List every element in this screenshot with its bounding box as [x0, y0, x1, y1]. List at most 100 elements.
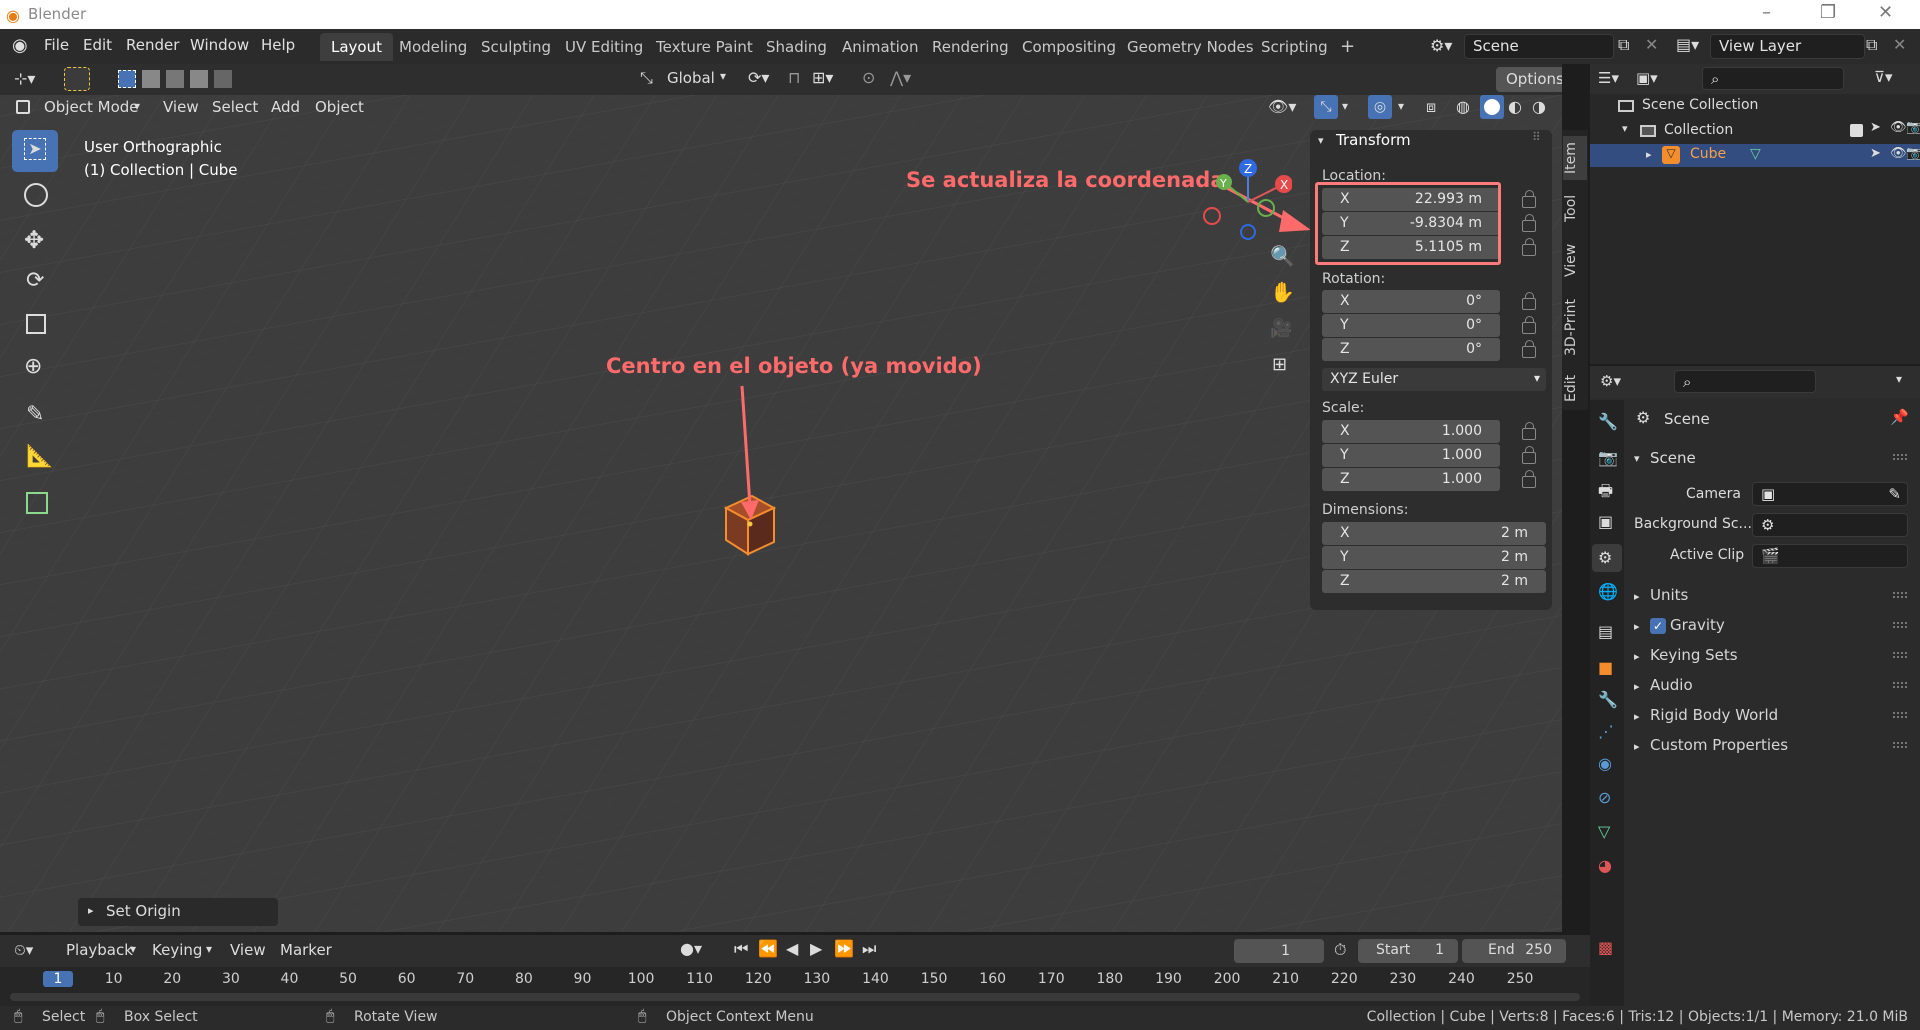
tab-rendering[interactable]: Rendering: [921, 33, 1020, 61]
chevron-right-icon[interactable]: ▸: [1634, 620, 1640, 633]
outliner-cube[interactable]: Cube: [1690, 146, 1726, 162]
snap-icon[interactable]: ⊓: [788, 68, 800, 87]
eye-icon[interactable]: 👁: [1890, 146, 1907, 161]
tool-annotate[interactable]: ✎: [12, 396, 58, 438]
timeline-tick[interactable]: 80: [509, 971, 539, 987]
tab-uv-editing[interactable]: UV Editing: [554, 33, 654, 61]
view-layer-selector[interactable]: View Layer: [1710, 34, 1865, 59]
timeline-tick[interactable]: 230: [1388, 971, 1418, 987]
scale-z-field[interactable]: Z 1.000: [1322, 468, 1500, 491]
timeline-tick[interactable]: 100: [626, 971, 656, 987]
eye-icon[interactable]: 👁: [1890, 120, 1907, 135]
outliner-search-input[interactable]: ⌕: [1702, 67, 1844, 90]
scene-properties-icon[interactable]: ⚙: [1592, 544, 1622, 572]
timeline-tick[interactable]: 10: [99, 971, 129, 987]
select-mode-invert-icon[interactable]: [190, 70, 208, 88]
editor-type-icon[interactable]: ⊹▾: [14, 69, 35, 88]
lock-icon[interactable]: [1522, 214, 1536, 232]
current-frame-marker[interactable]: 1: [43, 971, 73, 987]
drag-handle-icon[interactable]: [1893, 742, 1907, 748]
drag-handle-icon[interactable]: ⠿: [1532, 130, 1541, 144]
chevron-right-icon[interactable]: ▸: [1634, 650, 1640, 663]
tab-geometry-nodes[interactable]: Geometry Nodes: [1116, 33, 1265, 61]
gizmo-toggle-icon[interactable]: ⤡: [1314, 95, 1338, 119]
prev-keyframe-icon[interactable]: ⏪: [758, 939, 778, 958]
menu-window[interactable]: Window: [190, 36, 249, 54]
chevron-right-icon[interactable]: ▸: [1634, 710, 1640, 723]
mesh-data-icon[interactable]: ▽: [1750, 146, 1761, 162]
checkbox-icon[interactable]: [1850, 124, 1863, 137]
modifier-properties-icon[interactable]: 🔧: [1598, 690, 1618, 709]
timeline-tick[interactable]: 150: [919, 971, 949, 987]
outliner-collection[interactable]: Collection: [1664, 122, 1733, 138]
panel-keying-sets[interactable]: Keying Sets: [1650, 646, 1738, 664]
timeline-tick[interactable]: 160: [978, 971, 1008, 987]
select-mode-extend-icon[interactable]: [142, 70, 160, 88]
chevron-down-icon[interactable]: ▾: [206, 942, 212, 956]
menu-select[interactable]: Select: [212, 98, 258, 116]
timeline-tick[interactable]: 190: [1153, 971, 1183, 987]
render-properties-icon[interactable]: 📷: [1598, 448, 1618, 467]
select-mode-new-icon[interactable]: [118, 70, 136, 88]
zoom-icon[interactable]: 🔍: [1270, 244, 1295, 268]
menu-object[interactable]: Object: [315, 98, 364, 116]
orientation-icon[interactable]: ⤡: [640, 68, 653, 88]
display-mode-icon[interactable]: ▣▾: [1636, 69, 1658, 87]
chevron-right-icon[interactable]: ▸: [1634, 680, 1640, 693]
physics-properties-icon[interactable]: ◉: [1598, 754, 1612, 773]
particles-properties-icon[interactable]: ⋰: [1598, 722, 1614, 741]
timeline-tick[interactable]: 30: [216, 971, 246, 987]
panel-custom-properties[interactable]: Custom Properties: [1650, 736, 1788, 754]
lock-icon[interactable]: [1522, 292, 1536, 310]
drag-handle-icon[interactable]: [1893, 454, 1907, 460]
play-reverse-icon[interactable]: ◀: [786, 939, 798, 958]
sidebar-tab-tool[interactable]: Tool: [1563, 186, 1587, 230]
camera-view-icon[interactable]: 🎥: [1270, 318, 1292, 339]
panel-gravity[interactable]: Gravity: [1670, 616, 1725, 634]
jump-start-icon[interactable]: ⏮: [734, 939, 748, 959]
timeline-tick[interactable]: 90: [567, 971, 597, 987]
chevron-right-icon[interactable]: ▸: [1646, 148, 1652, 161]
timeline-tick[interactable]: 180: [1095, 971, 1125, 987]
scale-y-field[interactable]: Y 1.000: [1322, 444, 1500, 467]
timeline-tick[interactable]: 210: [1271, 971, 1301, 987]
scene-icon[interactable]: ⚙▾: [1430, 36, 1452, 55]
background-scene-field[interactable]: ⚙: [1752, 513, 1908, 537]
drag-handle-icon[interactable]: [1893, 592, 1907, 598]
constraints-properties-icon[interactable]: ⊘: [1598, 788, 1611, 807]
record-icon[interactable]: ●▾: [680, 939, 702, 958]
menu-playback[interactable]: Playback: [66, 941, 133, 959]
render-camera-icon[interactable]: 📷: [1906, 120, 1920, 135]
last-operator-panel[interactable]: ▸ Set Origin: [78, 898, 278, 926]
world-properties-icon[interactable]: 🌐: [1598, 582, 1618, 601]
sidebar-tab-view[interactable]: View: [1563, 238, 1587, 282]
drag-handle-icon[interactable]: [1893, 652, 1907, 658]
timeline-tick[interactable]: 40: [274, 971, 304, 987]
lock-icon[interactable]: [1522, 316, 1536, 334]
rotation-y-field[interactable]: Y 0°: [1322, 314, 1500, 337]
shading-material-icon[interactable]: ◐: [1508, 97, 1522, 116]
chevron-down-icon[interactable]: ▾: [130, 942, 136, 956]
timeline-tick[interactable]: 220: [1329, 971, 1359, 987]
select-toggle-icon[interactable]: ➤: [1870, 146, 1881, 161]
lock-icon[interactable]: [1522, 238, 1536, 256]
overlay-toggle-icon[interactable]: ◎: [1368, 95, 1392, 119]
tab-compositing[interactable]: Compositing: [1011, 33, 1127, 61]
scale-x-field[interactable]: X 1.000: [1322, 420, 1500, 443]
output-properties-icon[interactable]: 🖶: [1598, 480, 1613, 507]
start-frame-field[interactable]: Start 1: [1358, 939, 1458, 963]
scene-selector[interactable]: Scene: [1464, 34, 1614, 59]
editor-type-icon[interactable]: ⚙▾: [1600, 372, 1621, 390]
active-clip-field[interactable]: 🎬: [1752, 544, 1908, 568]
tab-layout[interactable]: Layout: [320, 33, 393, 61]
snap-target-icon[interactable]: ⊞▾: [812, 68, 833, 87]
timeline-tick[interactable]: 200: [1212, 971, 1242, 987]
lock-icon[interactable]: [1522, 446, 1536, 464]
options-button[interactable]: Options ▾: [1496, 67, 1562, 92]
tool-add-cube[interactable]: [12, 484, 58, 526]
tool-move[interactable]: ✥: [12, 220, 58, 262]
pin-icon[interactable]: 📌: [1890, 408, 1909, 426]
object-mode-dropdown[interactable]: Object Mode: [44, 98, 139, 116]
menu-render[interactable]: Render: [126, 36, 179, 54]
add-workspace-button[interactable]: +: [1329, 33, 1366, 61]
